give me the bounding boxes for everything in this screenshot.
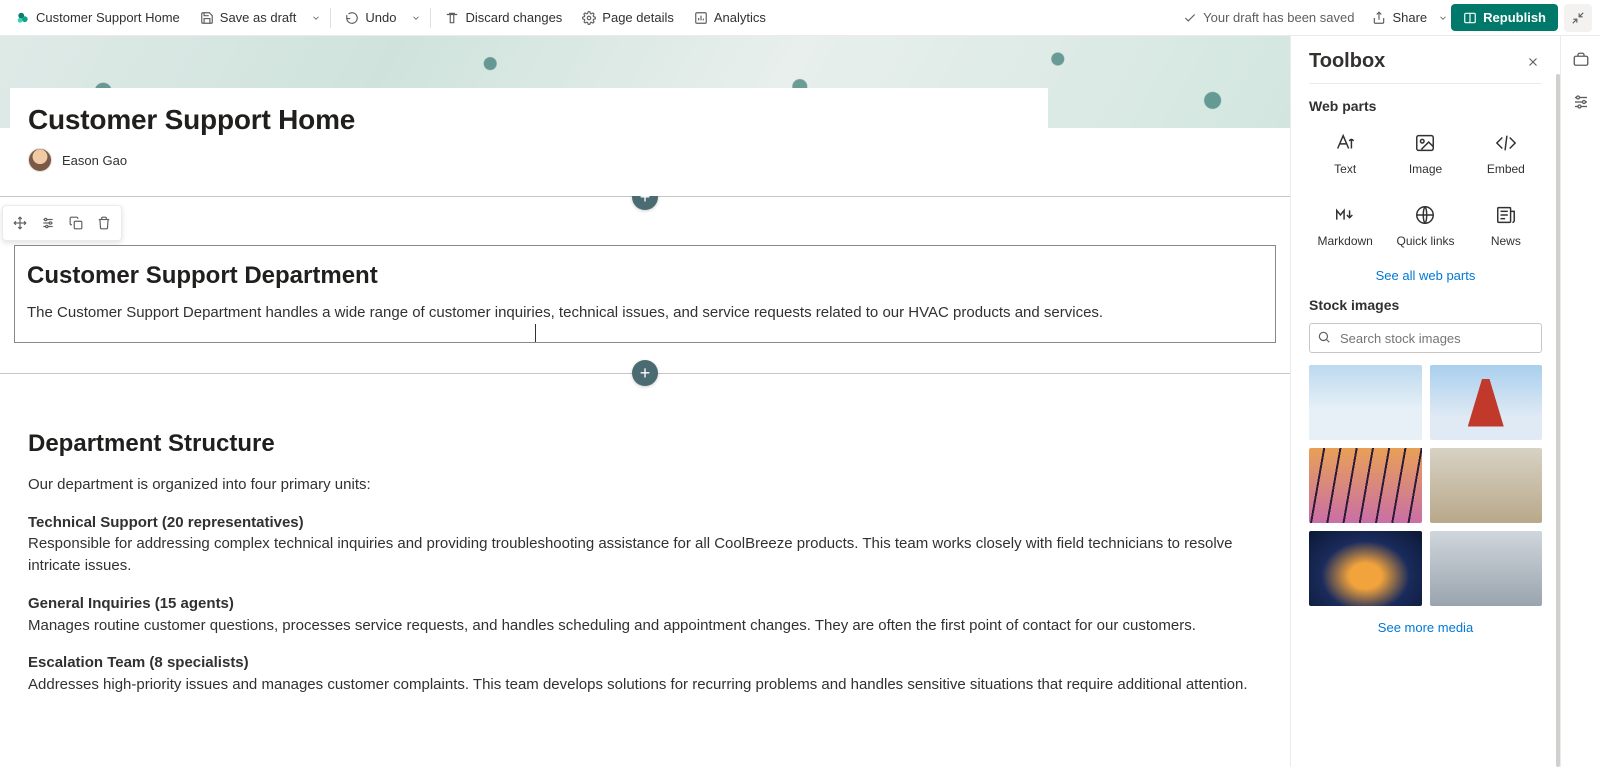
webparts-label: Web parts [1309,98,1542,114]
webpart-toolbar [2,205,122,241]
webpart-heading[interactable]: Customer Support Department [27,262,1263,290]
stock-image[interactable] [1430,365,1543,440]
byline: Eason Gao [28,148,1030,172]
author-name[interactable]: Eason Gao [62,153,127,168]
content-below[interactable]: Department Structure Our department is o… [0,374,1290,752]
save-dropdown[interactable] [308,13,324,23]
title-region[interactable]: Customer Support Home Eason Gao [10,88,1048,188]
unit-title: General Inquiries (15 agents) [28,595,234,612]
webpart-markdown[interactable]: Markdown [1309,196,1381,254]
discard-icon [445,11,459,25]
stock-image[interactable] [1430,448,1543,523]
collapse-pane-button[interactable] [1564,4,1592,32]
stock-image[interactable] [1309,365,1422,440]
text-icon [1332,130,1358,156]
undo-button[interactable]: Undo [337,6,404,29]
analytics-icon [694,11,708,25]
move-icon[interactable] [7,210,33,236]
see-more-media-link[interactable]: See more media [1309,620,1542,635]
save-status: Your draft has been saved [1173,10,1364,25]
webpart-embed[interactable]: Embed [1470,124,1542,182]
republish-button[interactable]: Republish [1451,4,1558,31]
structure-heading[interactable]: Department Structure [28,430,1262,458]
toolbox-title: Toolbox [1309,50,1385,73]
markdown-icon [1332,202,1358,228]
text-caret [535,324,536,342]
scrollbar[interactable] [1556,74,1560,767]
webpart-image[interactable]: Image [1389,124,1461,182]
webpart-text[interactable]: Text [1309,124,1381,182]
stock-image-grid [1309,365,1542,606]
site-label: Customer Support Home [36,10,180,25]
share-icon [1372,11,1386,25]
search-icon [1317,330,1331,344]
properties-rail-icon[interactable] [1569,90,1593,114]
close-icon[interactable] [1524,53,1542,71]
text-webpart[interactable]: Customer Support Department The Customer… [14,245,1276,343]
undo-dropdown[interactable] [408,13,424,23]
toolbox-rail-icon[interactable] [1569,48,1593,72]
toolbox-panel: Toolbox Web parts Text Image Embed [1290,36,1560,767]
edit-properties-icon[interactable] [35,210,61,236]
stock-image[interactable] [1309,448,1422,523]
save-draft-button[interactable]: Save as draft [192,6,305,29]
share-button[interactable]: Share [1364,6,1435,29]
section-1[interactable]: + Customer Support Department The Custom… [0,196,1290,374]
page-details-button[interactable]: Page details [574,6,682,29]
add-section-bottom-button[interactable]: + [632,360,658,386]
book-icon [1463,11,1477,25]
stock-search-input[interactable] [1309,323,1542,353]
stock-search [1309,323,1542,353]
save-icon [200,11,214,25]
unit-block[interactable]: General Inquiries (15 agents) Manages ro… [28,593,1262,637]
share-dropdown[interactable] [1435,13,1451,23]
page-title[interactable]: Customer Support Home [28,104,1030,136]
unit-desc: Responsible for addressing complex techn… [28,535,1233,574]
unit-title: Escalation Team (8 specialists) [28,654,249,671]
webpart-quicklinks[interactable]: Quick links [1389,196,1461,254]
unit-desc: Manages routine customer questions, proc… [28,617,1196,634]
news-icon [1493,202,1519,228]
add-section-top-button[interactable]: + [632,196,658,210]
gear-icon [582,11,596,25]
command-bar: Customer Support Home Save as draft Undo… [0,0,1600,36]
right-rail [1560,36,1600,767]
stock-image[interactable] [1430,531,1543,606]
structure-intro[interactable]: Our department is organized into four pr… [28,474,1262,496]
embed-icon [1493,130,1519,156]
author-avatar[interactable] [28,148,52,172]
analytics-button[interactable]: Analytics [686,6,774,29]
editor-canvas: Customer Support Home Eason Gao + Custom… [0,36,1290,767]
webpart-body[interactable]: The Customer Support Department handles … [27,302,1263,324]
unit-title: Technical Support (20 representatives) [28,514,304,531]
delete-icon[interactable] [91,210,117,236]
discard-button[interactable]: Discard changes [437,6,570,29]
image-icon [1412,130,1438,156]
sharepoint-icon [16,11,30,25]
site-breadcrumb[interactable]: Customer Support Home [8,6,188,29]
duplicate-icon[interactable] [63,210,89,236]
see-all-webparts-link[interactable]: See all web parts [1309,268,1542,283]
unit-block[interactable]: Escalation Team (8 specialists) Addresse… [28,652,1262,696]
quicklinks-icon [1412,202,1438,228]
stock-images-label: Stock images [1309,297,1542,313]
unit-desc: Addresses high-priority issues and manag… [28,676,1248,693]
unit-block[interactable]: Technical Support (20 representatives) R… [28,512,1262,577]
stock-image[interactable] [1309,531,1422,606]
checkmark-icon [1183,11,1197,25]
webpart-news[interactable]: News [1470,196,1542,254]
undo-icon [345,11,359,25]
